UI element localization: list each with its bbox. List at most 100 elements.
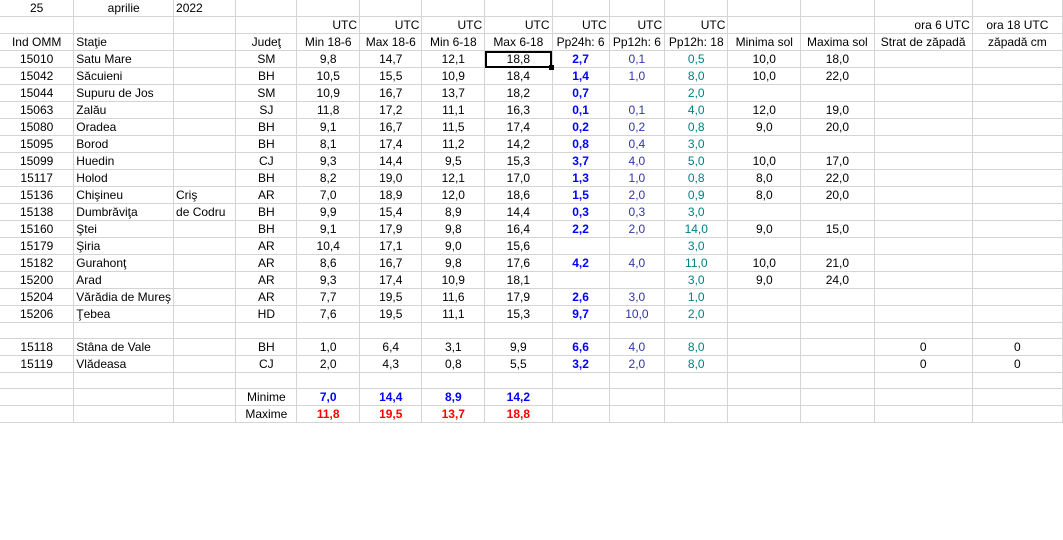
data-cell[interactable]: 17,6 [484, 254, 553, 272]
empty-cell[interactable] [73, 388, 175, 406]
data-cell[interactable]: 3,7 [552, 152, 610, 170]
data-cell[interactable] [874, 203, 973, 221]
data-cell[interactable]: 0,2 [552, 118, 610, 136]
data-cell[interactable]: 14,0 [664, 220, 729, 238]
data-cell[interactable] [800, 338, 875, 356]
data-cell[interactable]: 15,6 [484, 237, 553, 255]
data-cell[interactable] [874, 135, 973, 153]
column-header[interactable]: Max 6-18 [484, 33, 553, 51]
unit-cell[interactable]: UTC [664, 16, 729, 34]
data-cell[interactable]: 5,5 [484, 355, 553, 373]
data-cell[interactable]: 11,8 [296, 101, 361, 119]
data-cell[interactable] [972, 101, 1063, 119]
fill-handle[interactable] [549, 64, 555, 70]
data-cell[interactable]: 18,4 [484, 67, 553, 85]
empty-cell[interactable] [552, 388, 610, 406]
data-cell[interactable]: AR [235, 186, 298, 204]
data-cell[interactable]: 9,0 [727, 118, 802, 136]
empty-cell[interactable] [235, 0, 298, 17]
station-id[interactable]: 15117 [0, 169, 75, 187]
data-cell[interactable] [727, 355, 802, 373]
data-cell[interactable]: 14,4 [484, 203, 553, 221]
data-cell[interactable] [874, 322, 973, 339]
data-cell[interactable]: AR [235, 288, 298, 306]
data-cell[interactable]: AR [235, 271, 298, 289]
station-id[interactable]: 15080 [0, 118, 75, 136]
data-cell[interactable]: 1,4 [552, 67, 610, 85]
empty-cell[interactable] [874, 0, 973, 17]
data-cell[interactable]: 21,0 [800, 254, 875, 272]
empty-cell[interactable] [874, 372, 973, 389]
data-cell[interactable]: 8,9 [421, 203, 486, 221]
data-cell[interactable]: 3,0 [664, 271, 729, 289]
data-cell[interactable]: 4,3 [359, 355, 423, 373]
data-cell[interactable]: BH [235, 118, 298, 136]
unit-cell[interactable]: UTC [296, 16, 361, 34]
data-cell[interactable]: 0 [874, 338, 973, 356]
data-cell[interactable]: 7,0 [296, 186, 361, 204]
min-value[interactable]: 7,0 [296, 388, 361, 406]
data-cell[interactable] [173, 50, 237, 68]
data-cell[interactable] [173, 322, 237, 339]
data-cell[interactable]: Criş [173, 186, 237, 204]
data-cell[interactable]: 16,3 [484, 101, 553, 119]
data-cell[interactable] [972, 186, 1063, 204]
data-cell[interactable]: 17,4 [359, 271, 423, 289]
data-cell[interactable] [484, 322, 553, 339]
data-cell[interactable] [800, 322, 875, 339]
data-cell[interactable]: 4,0 [664, 101, 729, 119]
data-cell[interactable] [972, 203, 1063, 221]
empty-cell[interactable] [552, 372, 610, 389]
data-cell[interactable] [552, 271, 610, 289]
empty-cell[interactable] [552, 405, 610, 423]
station-id[interactable]: 15160 [0, 220, 75, 238]
data-cell[interactable] [874, 237, 973, 255]
data-cell[interactable]: 22,0 [800, 67, 875, 85]
station-name[interactable]: Holod [73, 169, 175, 187]
column-header[interactable]: Staţie [73, 33, 175, 51]
data-cell[interactable] [173, 305, 237, 323]
empty-cell[interactable] [173, 16, 237, 34]
data-cell[interactable] [609, 237, 666, 255]
data-cell[interactable]: 0,7 [552, 84, 610, 102]
data-cell[interactable]: 0,8 [421, 355, 486, 373]
data-cell[interactable]: 9,5 [421, 152, 486, 170]
data-cell[interactable] [173, 118, 237, 136]
data-cell[interactable]: 19,0 [359, 169, 423, 187]
data-cell[interactable]: 10,4 [296, 237, 361, 255]
data-cell[interactable]: 16,7 [359, 84, 423, 102]
data-cell[interactable]: 7,7 [296, 288, 361, 306]
column-header[interactable]: Min 18-6 [296, 33, 361, 51]
station-id[interactable]: 15182 [0, 254, 75, 272]
data-cell[interactable] [972, 152, 1063, 170]
data-cell[interactable]: 6,4 [359, 338, 423, 356]
data-cell[interactable] [727, 135, 802, 153]
data-cell[interactable]: 18,2 [484, 84, 553, 102]
data-cell[interactable] [800, 305, 875, 323]
data-cell[interactable] [972, 84, 1063, 102]
data-cell[interactable]: 4,0 [609, 338, 666, 356]
min-value[interactable]: 8,9 [421, 388, 486, 406]
data-cell[interactable]: 13,7 [421, 84, 486, 102]
day-cell[interactable]: 25 [0, 0, 75, 17]
data-cell[interactable]: 0,9 [664, 186, 729, 204]
data-cell[interactable]: 1,0 [609, 169, 666, 187]
data-cell[interactable]: 2,0 [609, 220, 666, 238]
station-name[interactable]: Vlădeasa [73, 355, 175, 373]
empty-cell[interactable] [972, 388, 1063, 406]
data-cell[interactable]: 9,3 [296, 152, 361, 170]
data-cell[interactable]: 2,0 [664, 305, 729, 323]
station-id[interactable]: 15204 [0, 288, 75, 306]
data-cell[interactable]: 15,4 [359, 203, 423, 221]
data-cell[interactable] [800, 135, 875, 153]
data-cell[interactable]: 18,9 [359, 186, 423, 204]
data-cell[interactable]: 10,0 [727, 152, 802, 170]
min-value[interactable]: 14,4 [359, 388, 423, 406]
data-cell[interactable] [874, 186, 973, 204]
data-cell[interactable] [609, 271, 666, 289]
data-cell[interactable]: 1,0 [296, 338, 361, 356]
empty-cell[interactable] [664, 388, 729, 406]
data-cell[interactable] [874, 101, 973, 119]
data-cell[interactable] [972, 135, 1063, 153]
data-cell[interactable]: AR [235, 254, 298, 272]
